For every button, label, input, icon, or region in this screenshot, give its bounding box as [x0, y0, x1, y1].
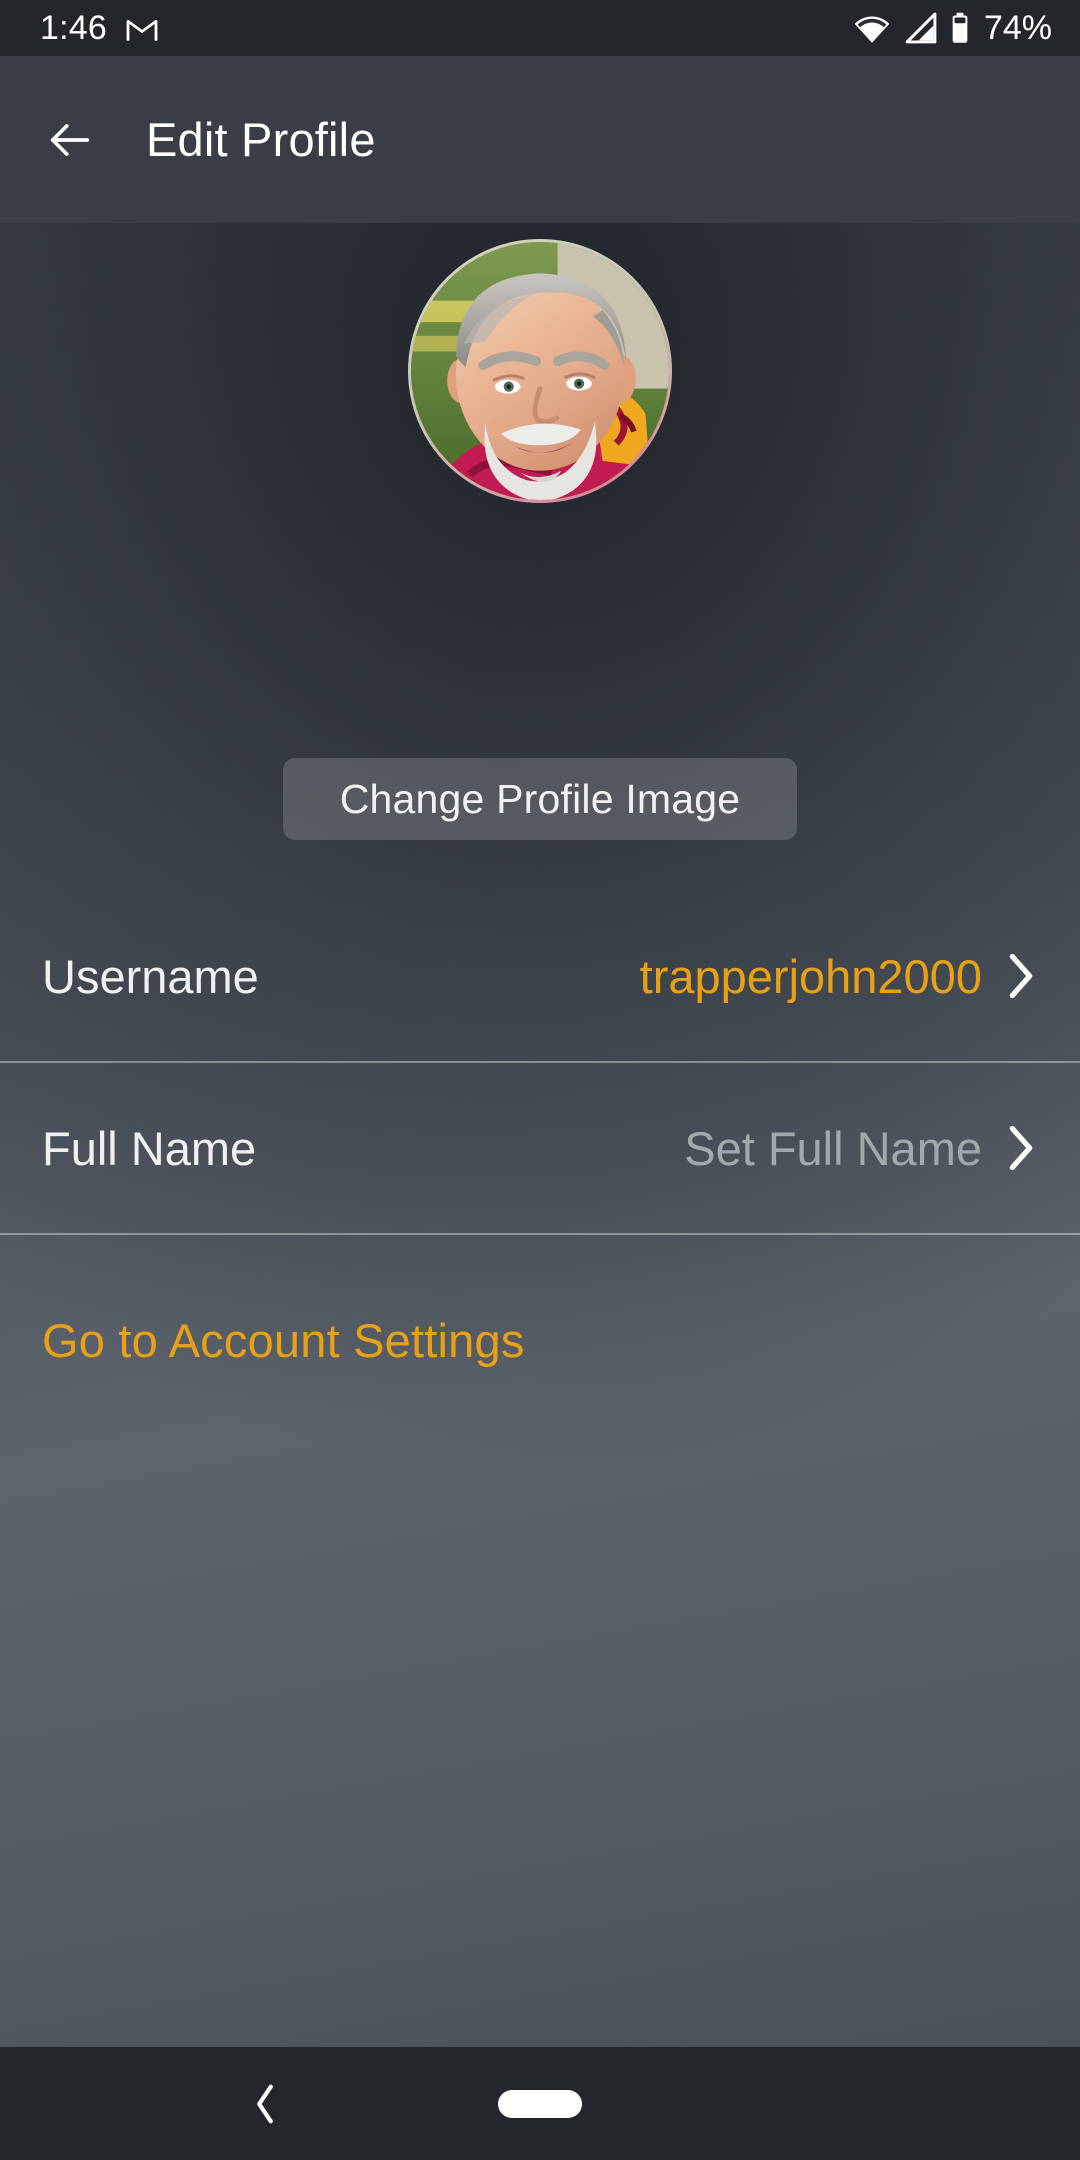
row-username-label: Username [42, 949, 259, 1003]
row-full-name-label: Full Name [42, 1121, 257, 1175]
app-bar: Edit Profile [0, 56, 1080, 223]
status-bar-clock: 1:46 [40, 8, 107, 47]
chevron-right-icon [1004, 950, 1038, 1002]
navigation-bar [0, 2047, 1080, 2160]
page-title: Edit Profile [146, 113, 376, 166]
row-username-value: trapperjohn2000 [639, 949, 982, 1003]
battery-percent-label: 74% [983, 8, 1052, 47]
row-username[interactable]: Username trapperjohn2000 [0, 891, 1080, 1061]
row-full-name-value: Set Full Name [684, 1121, 982, 1175]
go-to-account-settings-link[interactable]: Go to Account Settings [42, 1313, 525, 1368]
row-full-name[interactable]: Full Name Set Full Name [0, 1063, 1080, 1233]
profile-photo-illustration [411, 242, 669, 500]
status-bar: 1:46 74% [0, 0, 1080, 56]
status-bar-left: 1:46 [40, 9, 159, 48]
battery-icon [950, 12, 970, 44]
status-bar-right: 74% [852, 9, 1052, 48]
nav-back-button[interactable] [237, 2076, 293, 2132]
arrow-left-icon [44, 114, 96, 166]
change-profile-image-button[interactable]: Change Profile Image [283, 758, 797, 840]
gmail-icon [125, 14, 159, 42]
chevron-left-icon [250, 2081, 280, 2127]
row-divider [0, 1233, 1080, 1235]
avatar-image [411, 242, 669, 500]
back-button[interactable] [42, 112, 98, 168]
avatar[interactable] [408, 239, 672, 503]
home-pill-icon[interactable] [498, 2089, 582, 2118]
phone-screen: 1:46 74% Edit Profile Change Profile Ima… [0, 0, 1080, 2160]
change-profile-image-label: Change Profile Image [339, 775, 741, 822]
content-area: Change Profile Image Username trapperjoh… [0, 223, 1080, 2047]
cellular-signal-icon [904, 12, 938, 44]
wifi-icon [852, 12, 892, 44]
chevron-right-icon [1004, 1122, 1038, 1174]
